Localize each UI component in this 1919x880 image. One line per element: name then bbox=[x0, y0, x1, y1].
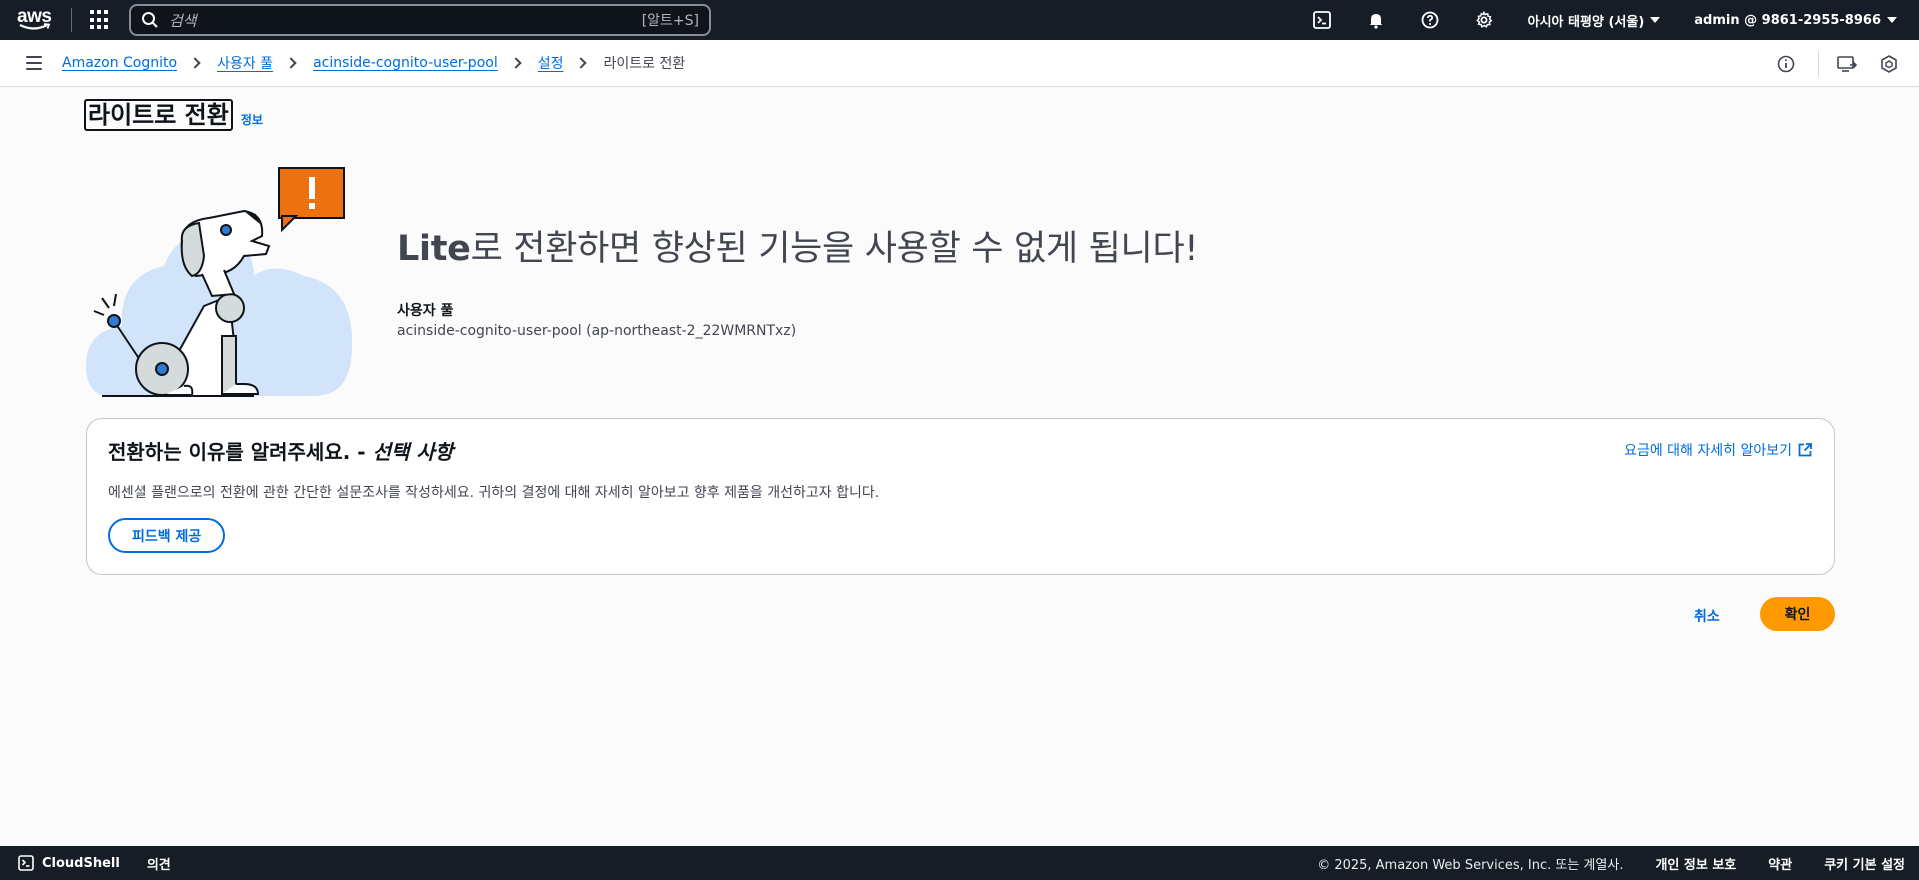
breadcrumb: Amazon Cognito 사용자 풀 acinside-cognito-us… bbox=[62, 53, 685, 73]
external-link-icon bbox=[1798, 443, 1812, 457]
breadcrumb-link-settings[interactable]: 설정 bbox=[538, 53, 564, 73]
account-label: admin @ 9861-2955-8966 bbox=[1694, 12, 1881, 28]
user-pool-label: 사용자 풀 bbox=[397, 303, 454, 319]
chevron-right-icon bbox=[285, 57, 297, 69]
toolbar-divider bbox=[1818, 50, 1819, 77]
feedback-link[interactable]: 의견 bbox=[147, 854, 171, 873]
breadcrumb-current: 라이트로 전환 bbox=[603, 56, 686, 72]
privacy-link[interactable]: 개인 정보 보호 bbox=[1655, 854, 1736, 873]
workspace-monitor-icon[interactable] bbox=[1837, 54, 1857, 74]
nav-divider bbox=[71, 8, 72, 32]
hero-section: Lite로 전환하면 향상된 기능을 사용할 수 없게 됩니다! 사용자 풀 a… bbox=[397, 220, 1198, 339]
top-navigation: aws 검색 [알트+S] 아시아 태평양 (서울) admin @ 9861-… bbox=[0, 0, 1919, 40]
breadcrumb-bar: Amazon Cognito 사용자 풀 acinside-cognito-us… bbox=[0, 40, 1919, 87]
pricing-learn-more-link[interactable]: 요금에 대해 자세히 알아보기 bbox=[1624, 440, 1812, 460]
search-input[interactable]: 검색 [알트+S] bbox=[129, 4, 711, 36]
pricing-link-label: 요금에 대해 자세히 알아보기 bbox=[1624, 443, 1792, 459]
aws-logo[interactable]: aws bbox=[17, 7, 53, 33]
notifications-bell-icon[interactable] bbox=[1366, 10, 1386, 30]
chevron-right-icon bbox=[510, 57, 522, 69]
caret-down-icon bbox=[1650, 17, 1661, 23]
feedback-card-title: 전환하는 이유를 알려주세요. - 선택 사항 bbox=[108, 436, 453, 465]
amazon-q-hexagon-icon[interactable] bbox=[1879, 54, 1899, 74]
search-icon bbox=[142, 12, 158, 28]
breadcrumb-link-user-pools[interactable]: 사용자 풀 bbox=[217, 53, 273, 73]
region-label: 아시아 태평양 (서울) bbox=[1527, 14, 1645, 30]
account-menu[interactable]: admin @ 9861-2955-8966 bbox=[1694, 13, 1897, 28]
cookie-preferences-link[interactable]: 쿠키 기본 설정 bbox=[1824, 854, 1905, 873]
user-pool-value: acinside-cognito-user-pool (ap-northeast… bbox=[397, 323, 797, 339]
search-placeholder: 검색 bbox=[169, 11, 197, 30]
info-link[interactable]: 정보 bbox=[241, 111, 263, 128]
provide-feedback-button[interactable]: 피드백 제공 bbox=[108, 518, 226, 553]
settings-gear-icon[interactable] bbox=[1474, 10, 1494, 30]
region-selector[interactable]: 아시아 태평양 (서울) bbox=[1528, 11, 1661, 30]
copyright-text: © 2025, Amazon Web Services, Inc. 또는 계열사… bbox=[1317, 857, 1624, 873]
hero-headline: Lite로 전환하면 향상된 기능을 사용할 수 없게 됩니다! bbox=[397, 220, 1198, 271]
footer: CloudShell 의견 © 2025, Amazon Web Service… bbox=[0, 846, 1919, 880]
breadcrumb-link-cognito[interactable]: Amazon Cognito bbox=[62, 55, 177, 71]
hero-headline-lite: Lite bbox=[397, 229, 471, 269]
cloudshell-icon bbox=[18, 855, 34, 871]
feedback-card: 전환하는 이유를 알려주세요. - 선택 사항 요금에 대해 자세히 알아보기 … bbox=[86, 418, 1835, 575]
hero-headline-rest: 로 전환하면 향상된 기능을 사용할 수 없게 됩니다! bbox=[470, 229, 1199, 269]
terms-link[interactable]: 약관 bbox=[1768, 854, 1792, 873]
cancel-button[interactable]: 취소 bbox=[1694, 600, 1720, 632]
menu-hamburger-icon[interactable] bbox=[26, 56, 42, 70]
feedback-card-title-main: 전환하는 이유를 알려주세요. - bbox=[108, 440, 373, 464]
chevron-right-icon bbox=[575, 57, 588, 69]
aws-smile-icon bbox=[19, 23, 51, 30]
cloudshell-label: CloudShell bbox=[42, 855, 120, 871]
robot-dog-illustration bbox=[84, 166, 360, 398]
feedback-card-title-optional: 선택 사항 bbox=[372, 440, 454, 464]
confirm-button[interactable]: 확인 bbox=[1760, 597, 1835, 631]
services-grid-icon[interactable] bbox=[90, 10, 110, 30]
chevron-right-icon bbox=[189, 57, 201, 69]
caret-down-icon bbox=[1887, 17, 1897, 23]
search-shortcut: [알트+S] bbox=[641, 13, 699, 29]
cloudshell-button[interactable]: CloudShell bbox=[18, 855, 120, 871]
info-panel-icon[interactable] bbox=[1776, 54, 1796, 74]
feedback-card-description: 에센셜 플랜으로의 전환에 관한 간단한 설문조사를 작성하세요. 귀하의 결정… bbox=[108, 485, 880, 501]
page-title: 라이트로 전환 bbox=[84, 99, 233, 131]
breadcrumb-link-user-pool[interactable]: acinside-cognito-user-pool bbox=[313, 55, 498, 71]
page-header: 라이트로 전환 정보 bbox=[84, 99, 263, 131]
cloudshell-icon[interactable] bbox=[1312, 10, 1332, 30]
help-icon[interactable] bbox=[1420, 10, 1440, 30]
